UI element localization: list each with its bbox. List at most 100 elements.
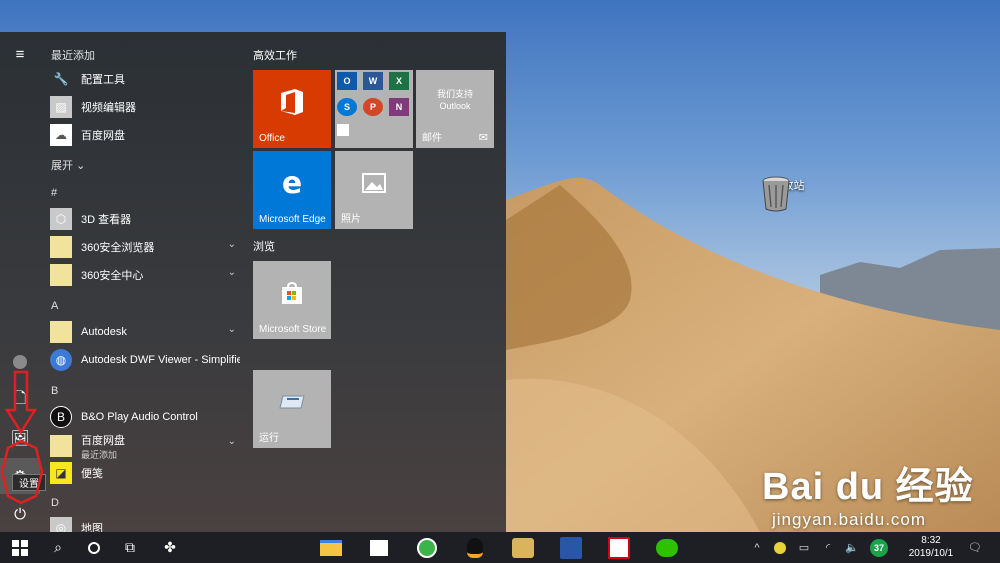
run-tile[interactable]: 运行 <box>253 370 331 448</box>
store-icon <box>370 539 388 556</box>
edge-tile[interactable]: e Microsoft Edge <box>253 151 331 229</box>
hamburger-menu-button[interactable]: ≡ <box>0 36 40 72</box>
search-button[interactable]: ⌕ <box>42 532 74 563</box>
pictures-button[interactable]: 🖼 <box>0 420 40 456</box>
pinwheel-icon: ✤ <box>164 539 176 555</box>
recycle-bin[interactable]: 回收站 <box>760 175 816 212</box>
tray-keyboard[interactable]: ▭ <box>794 532 814 563</box>
chevron-up-icon: ^ <box>754 541 760 554</box>
app-name: 百度网盘 <box>81 434 125 447</box>
app-item[interactable]: ◎ 地图 <box>50 515 240 532</box>
tile-label: 邮件 <box>422 133 442 144</box>
taskbar-360-browser[interactable] <box>409 532 445 563</box>
section-header[interactable]: # <box>51 187 57 199</box>
app-item[interactable]: ◪ 便笺 <box>50 460 240 486</box>
bo-icon: B <box>50 406 72 428</box>
taskbar-app-pinwheel[interactable]: ✤ <box>152 532 188 563</box>
tile-label: Microsoft Edge <box>259 214 326 225</box>
app-item[interactable]: 🔧 配置工具 <box>50 66 240 92</box>
chevron-down-icon: ⌄ <box>227 324 236 335</box>
badge-count: 37 <box>870 538 888 557</box>
wifi-icon: ◜ <box>825 542 831 554</box>
app-item[interactable]: ▨ 视频编辑器 <box>50 94 240 120</box>
clock[interactable]: 8:32 2019/10/1 <box>900 534 962 560</box>
tile-label: Microsoft Store <box>259 324 327 335</box>
taskbar-store[interactable] <box>361 532 397 563</box>
baidu-netdisk-icon: ☁ <box>50 124 72 146</box>
taskbar-app-blue[interactable] <box>553 532 589 563</box>
photos-tile[interactable]: 照片 <box>335 151 413 229</box>
tile-area: 高效工作 Office O W X S P N 我们支持 Outlook 邮件 … <box>252 32 506 532</box>
task-view-button[interactable]: ⧉ <box>114 532 146 563</box>
app-folder[interactable]: 360安全浏览器 ⌄ <box>50 234 240 260</box>
app-item[interactable]: ⬡ 3D 查看器 <box>50 206 240 232</box>
onenote-mini-icon: N <box>389 98 409 116</box>
globe-icon: ◍ <box>50 349 72 371</box>
app-label: Autodesk <box>81 326 127 338</box>
expand-label: 展开 <box>51 160 73 172</box>
section-header[interactable]: A <box>51 300 58 312</box>
documents-button[interactable]: 🗋 <box>0 382 40 418</box>
windows-logo-icon <box>12 539 28 556</box>
section-header[interactable]: D <box>51 497 59 509</box>
tile-group-header[interactable]: 高效工作 <box>253 47 297 63</box>
mail-tile-message: 我们支持 Outlook <box>416 88 494 112</box>
office-apps-tile[interactable]: O W X S P N <box>335 70 413 148</box>
taskbar-qq[interactable] <box>457 532 493 563</box>
clock-time: 8:32 <box>921 535 941 546</box>
mail-tile-line2: Outlook <box>439 101 471 111</box>
tray-volume[interactable]: 🔈 <box>842 532 862 563</box>
start-button[interactable] <box>0 532 40 563</box>
app-item[interactable]: B B&O Play Audio Control <box>50 404 240 430</box>
envelope-icon: ✉ <box>478 132 488 144</box>
tile-group-header[interactable]: 浏览 <box>253 238 275 254</box>
action-center-button[interactable]: 🗨 <box>962 532 988 563</box>
section-header[interactable]: B <box>51 385 58 397</box>
office-icon <box>253 70 331 134</box>
user-account-button[interactable] <box>0 344 40 380</box>
tile-label: 照片 <box>341 214 361 225</box>
browser-360-icon <box>417 537 437 558</box>
app-item[interactable]: ◍ Autodesk DWF Viewer - Simplifie... <box>50 347 240 373</box>
chevron-down-icon: ⌄ <box>227 239 236 250</box>
tools-app-icon <box>560 536 582 559</box>
cube-icon: ⬡ <box>50 208 72 230</box>
tile-label: Office <box>259 133 285 144</box>
red-app-icon <box>608 536 630 559</box>
taskbar-app-red[interactable] <box>601 532 637 563</box>
cortana-button[interactable] <box>78 532 110 563</box>
store-tile[interactable]: Microsoft Store <box>253 261 331 339</box>
folder-icon <box>320 539 342 556</box>
document-icon: 🗋 <box>13 389 27 407</box>
taskbar-file-explorer[interactable] <box>313 532 349 563</box>
folder-icon <box>50 264 72 286</box>
tray-app-icon[interactable] <box>770 532 790 563</box>
tray-badge[interactable]: 37 <box>866 532 892 563</box>
tray-network[interactable]: ◜ <box>818 532 838 563</box>
skype-mini-icon: S <box>337 98 357 116</box>
expand-toggle[interactable]: 展开 ⌄ <box>51 157 85 173</box>
baidu-watermark: Bai du 经验 jingyan.baidu.com <box>762 455 974 530</box>
office-tile[interactable]: Office <box>253 70 331 148</box>
app-item[interactable]: ☁ 百度网盘 <box>50 122 240 148</box>
taskbar-app-gold[interactable] <box>505 532 541 563</box>
app-folder[interactable]: Autodesk ⌄ <box>50 319 240 345</box>
app-folder[interactable]: 360安全中心 ⌄ <box>50 262 240 288</box>
show-hidden-icons-button[interactable]: ^ <box>748 532 766 563</box>
watermark-url: jingyan.baidu.com <box>772 510 927 529</box>
pictures-icon: 🖼 <box>10 430 30 447</box>
taskbar-wechat[interactable] <box>649 532 685 563</box>
speaker-icon: 🔈 <box>845 542 859 554</box>
mail-tile[interactable]: 我们支持 Outlook 邮件 ✉ <box>416 70 494 148</box>
search-icon: ⌕ <box>54 539 62 555</box>
start-rail: ≡ 🗋 🖼 ⚙ ⏻ 设置 <box>0 32 46 532</box>
sticky-note-icon: ◪ <box>50 462 72 484</box>
word-mini-icon: W <box>363 72 383 90</box>
app-folder[interactable]: 百度网盘 最近添加 ⌄ <box>50 431 240 461</box>
task-view-icon: ⧉ <box>125 539 135 555</box>
folder-icon <box>50 435 72 457</box>
power-button[interactable]: ⏻ <box>0 496 40 532</box>
app-label: 百度网盘 <box>81 130 125 142</box>
store-icon <box>253 261 331 325</box>
notification-icon: 🗨 <box>968 542 982 554</box>
